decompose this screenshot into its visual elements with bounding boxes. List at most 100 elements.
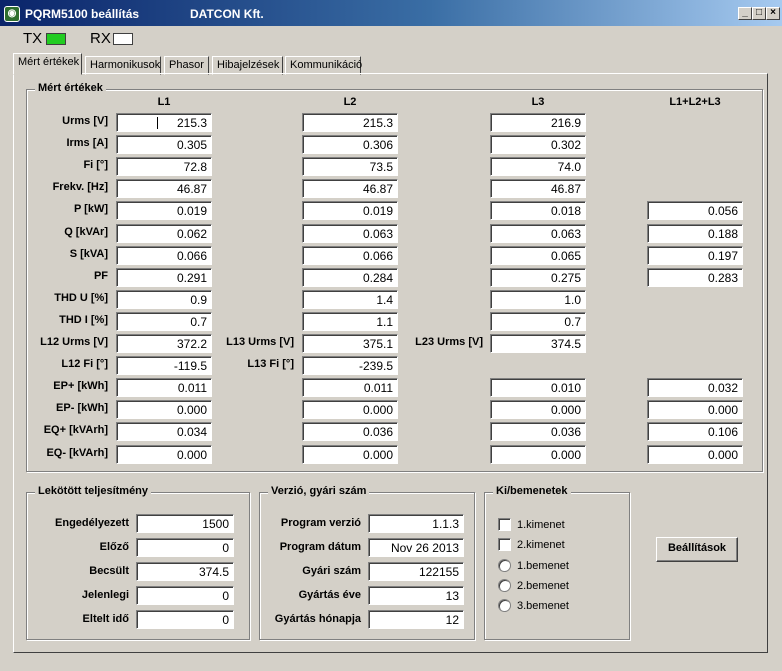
value-field-l1[interactable]: -119.5 xyxy=(116,356,212,376)
value-field-l1[interactable]: 0.9 xyxy=(116,289,212,309)
measured-values-group: Mért értékek L1 L2 L3 L1+L2+L3 Urms [V] 215.3… xyxy=(26,82,763,472)
tx-label: TX xyxy=(23,30,43,47)
power-value-field[interactable]: 0 xyxy=(136,586,234,605)
value-text: 0 xyxy=(222,613,229,627)
value-field-l1[interactable]: 372.2 xyxy=(116,334,212,353)
power-value-field[interactable]: 0 xyxy=(136,538,234,557)
value-field-l3[interactable]: 0.7 xyxy=(490,311,586,331)
value-field-l1[interactable]: 0.000 xyxy=(116,400,212,420)
value-field-l1[interactable]: 0.066 xyxy=(116,245,212,265)
output-checkbox[interactable] xyxy=(498,538,511,551)
maximize-button[interactable]: □ xyxy=(752,7,766,20)
value-field-l2[interactable]: 0.019 xyxy=(302,201,398,221)
value-field-l3[interactable]: 46.87 xyxy=(490,179,586,199)
value-field-l3[interactable]: 0.000 xyxy=(490,400,586,420)
power-value-field[interactable]: 0 xyxy=(136,610,234,629)
version-value-field[interactable]: 122155 xyxy=(368,562,464,581)
value-text: 0.7 xyxy=(190,314,207,329)
value-field-l1[interactable]: 0.019 xyxy=(116,201,212,221)
value-field-sum[interactable]: 0.106 xyxy=(647,422,743,442)
value-field-l2[interactable]: 1.4 xyxy=(302,289,398,309)
row-label: Frekv. [Hz] xyxy=(52,181,108,194)
value-field-l2[interactable]: 375.1 xyxy=(302,334,398,353)
value-field-l1[interactable]: 0.000 xyxy=(116,444,212,464)
value-field-l2[interactable]: 0.036 xyxy=(302,422,398,442)
input-indicator xyxy=(498,579,511,592)
value-field-l1[interactable]: 0.305 xyxy=(116,135,212,155)
value-text: 0.018 xyxy=(550,204,581,219)
value-text: 374.5 xyxy=(198,565,229,579)
power-value-field[interactable]: 374.5 xyxy=(136,562,234,581)
io-group: Ki/bemenetek 1.kimenet 2.kimenet 1.bemenet… xyxy=(484,485,630,640)
value-text: 0.000 xyxy=(362,403,393,418)
tab-measured-values[interactable]: Mért értékek xyxy=(13,53,82,75)
value-field-l2[interactable]: 46.87 xyxy=(302,179,398,199)
value-field-l2[interactable]: 1.1 xyxy=(302,311,398,331)
value-field-l3[interactable]: 374.5 xyxy=(490,334,586,353)
value-text: 0.000 xyxy=(176,403,207,418)
version-value-field[interactable]: 1.1.3 xyxy=(368,514,464,533)
value-text: 215.3 xyxy=(176,116,207,130)
value-field-l3[interactable]: 0.275 xyxy=(490,267,586,287)
version-value-field[interactable]: 12 xyxy=(368,610,464,629)
value-field-l2[interactable]: 0.066 xyxy=(302,245,398,265)
value-field-l3[interactable]: 0.036 xyxy=(490,422,586,442)
output-checkbox[interactable] xyxy=(498,518,511,531)
value-field-sum[interactable]: 0.188 xyxy=(647,223,743,243)
version-value-field[interactable]: 13 xyxy=(368,586,464,605)
value-field-l3[interactable]: 1.0 xyxy=(490,289,586,309)
value-field-l2[interactable]: 0.284 xyxy=(302,267,398,287)
window-title: PQRM5100 beállítás xyxy=(25,7,140,21)
value-field-l3[interactable]: 216.9 xyxy=(490,113,586,132)
value-field-l3[interactable]: 0.063 xyxy=(490,223,586,243)
output-label: 1.kimenet xyxy=(517,519,565,531)
value-field-sum[interactable]: 0.000 xyxy=(647,400,743,420)
value-field-l1[interactable]: 0.062 xyxy=(116,223,212,243)
value-field-l2[interactable]: 0.000 xyxy=(302,444,398,464)
value-field-l1[interactable]: 72.8 xyxy=(116,157,212,177)
value-text: -119.5 xyxy=(173,359,207,374)
value-field-sum[interactable]: 0.197 xyxy=(647,245,743,265)
app-icon: ◉ xyxy=(4,6,20,22)
row-label: P [kW] xyxy=(73,203,108,216)
version-row-label: Gyártás éve xyxy=(298,589,361,601)
value-field-l1[interactable]: 46.87 xyxy=(116,179,212,199)
value-field-l2[interactable]: 0.063 xyxy=(302,223,398,243)
value-field-l1[interactable]: 0.291 xyxy=(116,267,212,287)
value-field-l3[interactable]: 74.0 xyxy=(490,157,586,177)
value-field-l2[interactable]: 215.3 xyxy=(302,113,398,132)
minimize-button[interactable]: _ xyxy=(738,7,752,20)
value-field-sum[interactable]: 0.056 xyxy=(647,201,743,221)
value-field-l2[interactable]: 0.000 xyxy=(302,400,398,420)
value-text: 1.1.3 xyxy=(432,517,459,531)
value-field-l2[interactable]: 0.011 xyxy=(302,378,398,398)
input-indicator xyxy=(498,559,511,572)
power-value-field[interactable]: 1500 xyxy=(136,514,234,533)
version-row-label: Program dátum xyxy=(279,541,361,553)
value-field-sum[interactable]: 0.283 xyxy=(647,267,743,287)
close-button[interactable]: × xyxy=(766,7,780,20)
value-field-l3[interactable]: 0.065 xyxy=(490,245,586,265)
value-field-l3[interactable]: 0.302 xyxy=(490,135,586,155)
value-field-l2[interactable]: 73.5 xyxy=(302,157,398,177)
value-field-l3[interactable]: 0.018 xyxy=(490,201,586,221)
value-field-l1[interactable]: 0.7 xyxy=(116,311,212,331)
value-field-sum[interactable]: 0.032 xyxy=(647,378,743,398)
value-field-l2[interactable]: -239.5 xyxy=(302,356,398,376)
row-label: L12 Urms [V] xyxy=(40,336,108,348)
value-text: 46.87 xyxy=(362,182,393,197)
value-field-sum[interactable]: 0.000 xyxy=(647,444,743,464)
value-field-l1[interactable]: 0.011 xyxy=(116,378,212,398)
settings-button[interactable]: Beállítások xyxy=(656,537,738,562)
value-field-l1[interactable]: 0.034 xyxy=(116,422,212,442)
value-field-l3[interactable]: 0.000 xyxy=(490,444,586,464)
row-label: EP+ [kWh] xyxy=(53,380,108,393)
power-row-label: Eltelt idő xyxy=(82,613,129,625)
row-label: THD I [%] xyxy=(59,313,108,326)
value-text: 375.1 xyxy=(362,337,393,351)
value-field-l3[interactable]: 0.010 xyxy=(490,378,586,398)
version-value-field[interactable]: Nov 26 2013 xyxy=(368,538,464,557)
value-text: 372.2 xyxy=(176,337,207,351)
value-field-l2[interactable]: 0.306 xyxy=(302,135,398,155)
value-field-l1[interactable]: 215.3 xyxy=(116,113,212,132)
